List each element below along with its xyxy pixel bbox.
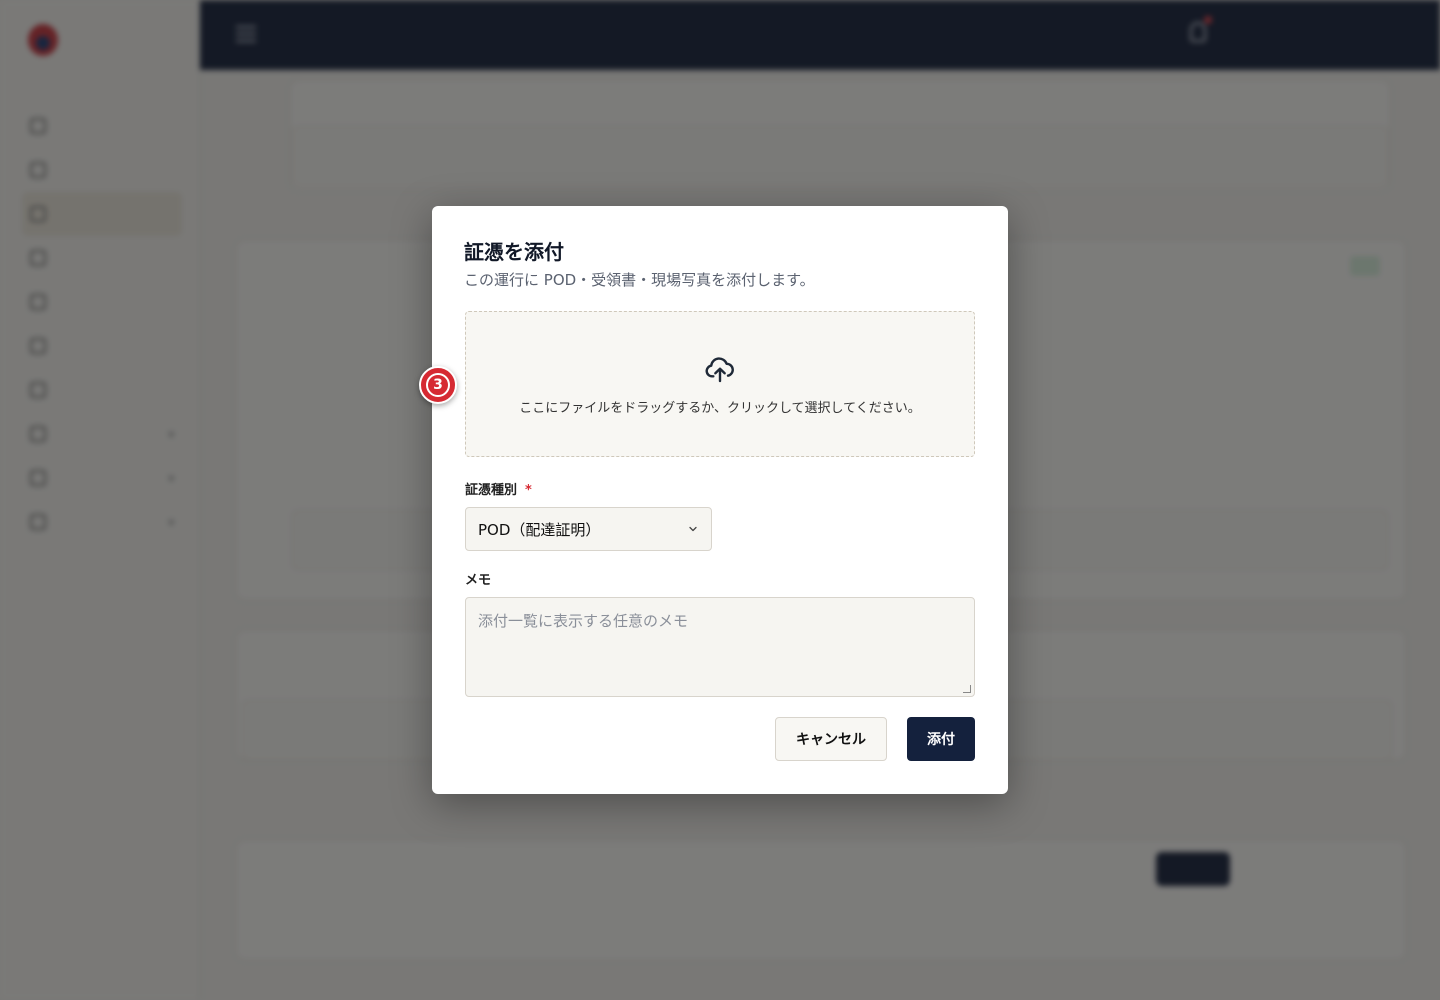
required-mark: * xyxy=(525,483,532,498)
attach-button[interactable]: 添付 xyxy=(907,717,975,761)
cancel-button[interactable]: キャンセル xyxy=(775,717,887,761)
chevron-down-icon xyxy=(689,526,697,532)
dropzone-text: ここにファイルをドラッグするか、クリックして選択してください。 xyxy=(519,400,921,416)
step-number: 3 xyxy=(426,373,450,397)
memo-textarea[interactable]: 添付一覧に表示する任意のメモ xyxy=(465,597,975,697)
memo-placeholder: 添付一覧に表示する任意のメモ xyxy=(478,612,689,630)
dialog-title: 証憑を添付 xyxy=(464,240,564,264)
step-number-badge: 3 xyxy=(419,366,457,404)
evidence-type-label-text: 証憑種別 xyxy=(465,483,518,498)
cloud-upload-icon xyxy=(705,356,734,382)
attach-evidence-dialog: 証憑を添付 この運行に POD・受領書・現場写真を添付します。 ここにファイルを… xyxy=(419,206,1008,794)
evidence-type-select[interactable]: POD（配達証明） xyxy=(465,507,712,551)
memo-label: メモ xyxy=(465,573,492,588)
evidence-type-label: 証憑種別 * xyxy=(465,479,532,498)
resize-handle-icon[interactable] xyxy=(963,685,971,693)
dialog-description: この運行に POD・受領書・現場写真を添付します。 xyxy=(464,271,815,289)
file-dropzone[interactable]: ここにファイルをドラッグするか、クリックして選択してください。 xyxy=(465,311,975,457)
evidence-type-value: POD（配達証明） xyxy=(478,520,601,539)
